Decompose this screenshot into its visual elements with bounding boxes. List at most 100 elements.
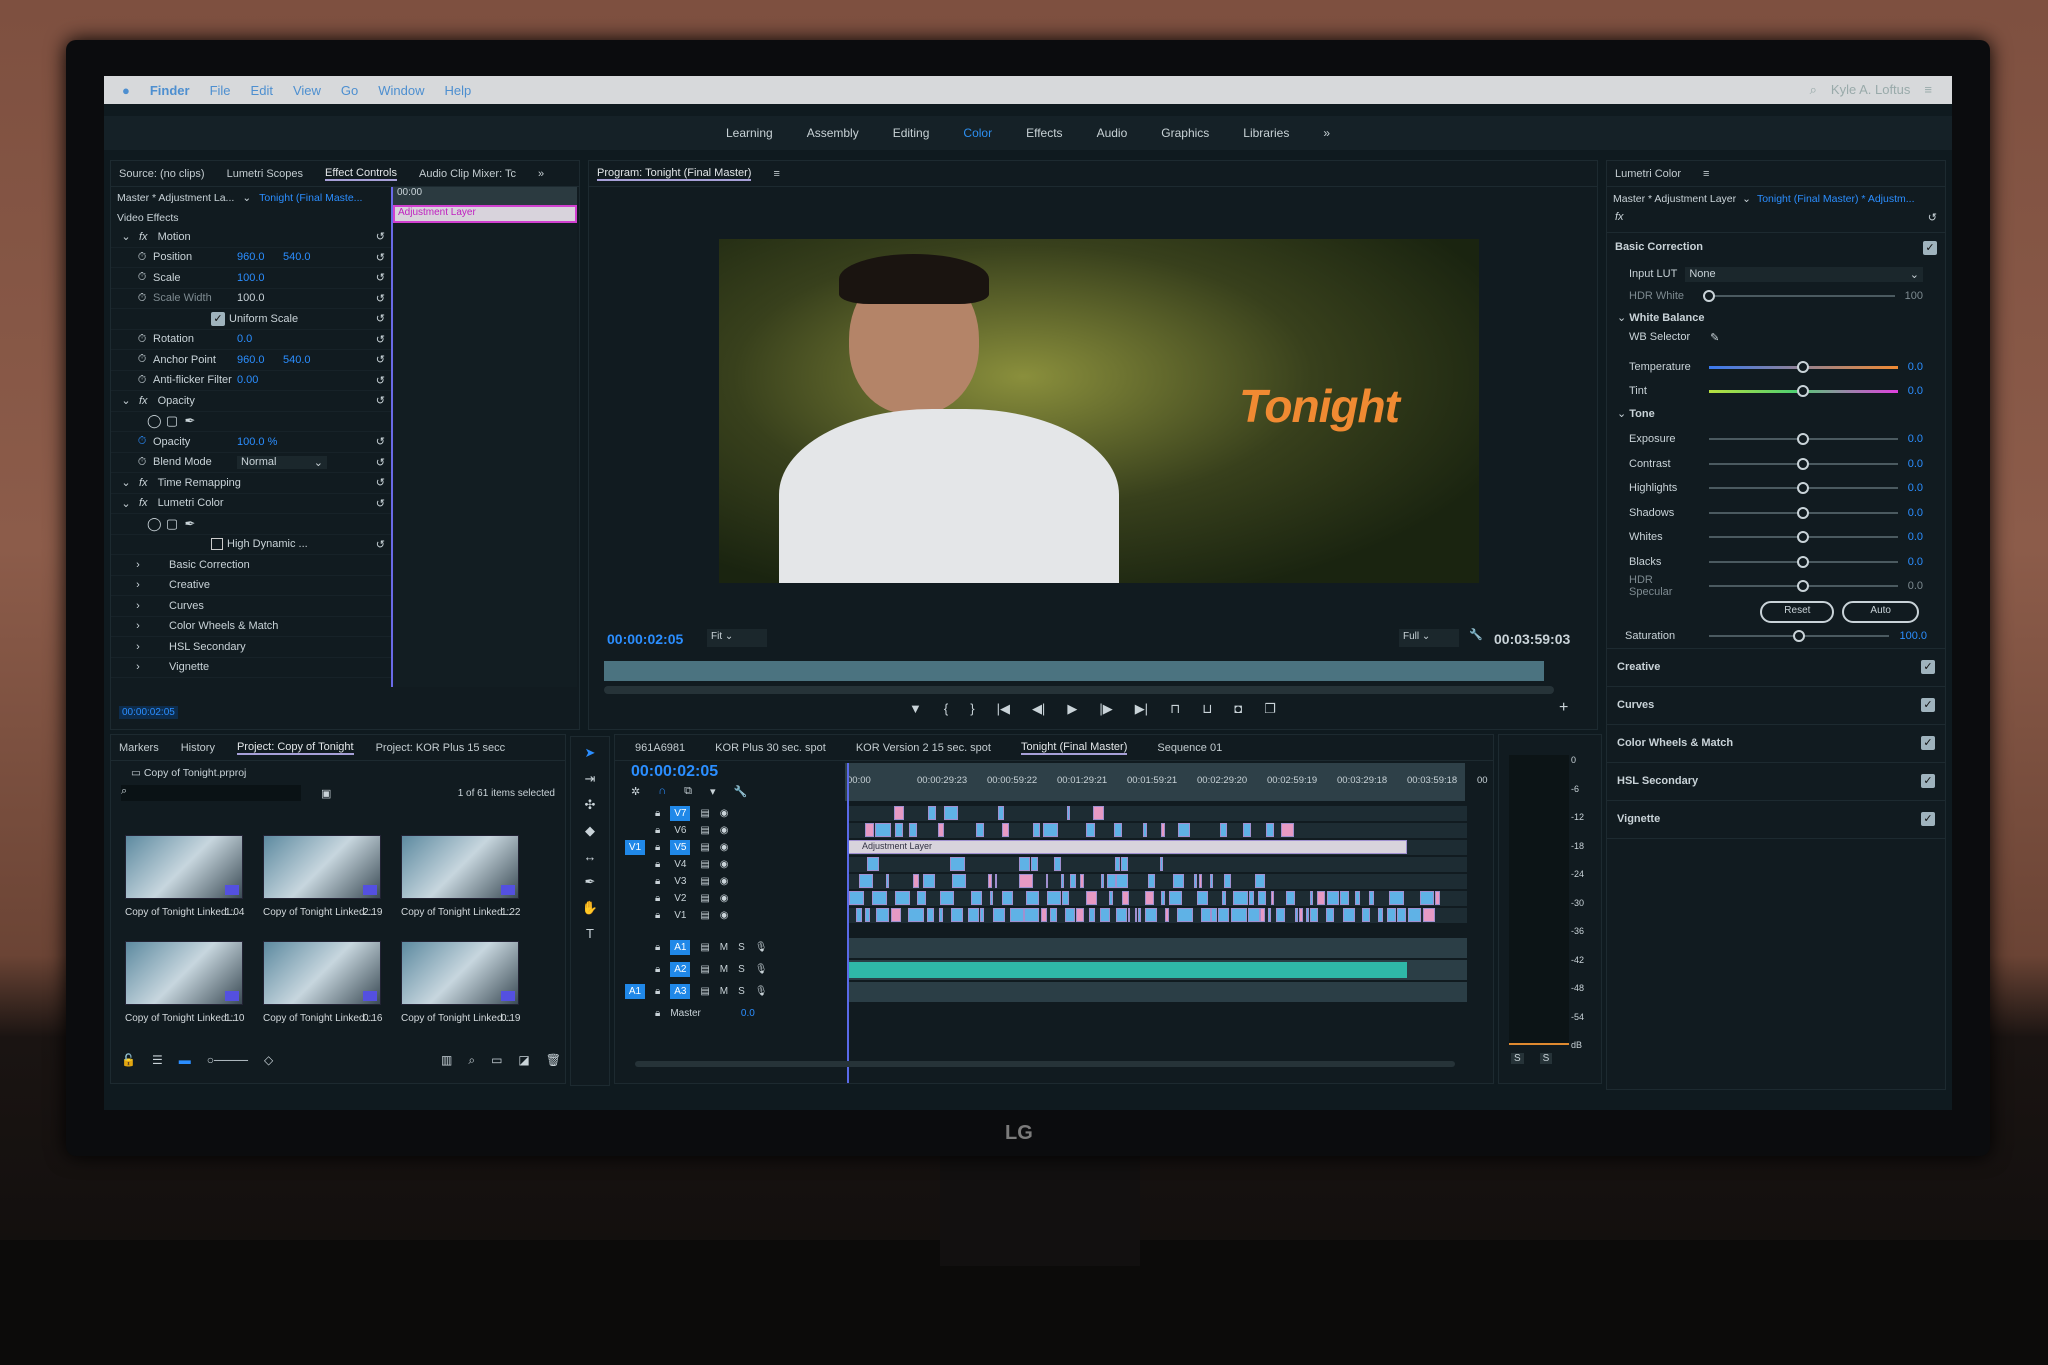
adjustment-layer-clip[interactable]: Adjustment Layer [847,840,1407,854]
eye-icon[interactable]: ◉ [720,893,729,904]
saturation-slider[interactable] [1709,630,1890,642]
video-clip[interactable] [1115,874,1129,888]
effect-row[interactable]: ⏱ Anti-flicker Filter 0.00 ↺ [111,371,391,391]
video-clip[interactable] [885,874,890,888]
workspace-color[interactable]: Color [963,126,992,140]
video-clip[interactable] [1339,891,1350,905]
play-icon[interactable]: ▶ [1067,701,1077,717]
chevron-icon[interactable]: ⌄ [119,394,133,407]
video-clip[interactable] [938,823,945,837]
video-clip[interactable] [856,908,863,922]
meter-solo-button[interactable]: S [1511,1053,1524,1064]
video-clip[interactable] [1317,891,1325,905]
section-label[interactable]: Curves [1617,699,1654,711]
effect-value-2[interactable]: 540.0 [283,251,311,263]
reset-icon[interactable]: ↺ [376,394,385,407]
video-clip[interactable] [912,874,919,888]
track-label[interactable]: V1 [670,908,690,923]
lumetri-section[interactable]: Vignette ✓ [1607,801,1945,839]
video-clip[interactable] [1248,908,1260,922]
clip-thumbnail[interactable] [401,835,519,899]
video-clip[interactable] [1031,857,1038,871]
wrench-icon[interactable]: 🔧 [1469,628,1483,641]
video-clip[interactable] [1420,891,1434,905]
track-lane[interactable] [847,982,1467,1002]
snap-icon[interactable]: ∩ [658,785,666,798]
new-bin-icon[interactable]: ▭ [491,1053,502,1068]
solo-button[interactable]: S [738,942,745,953]
video-clip[interactable] [1177,908,1194,922]
video-clip[interactable] [1326,891,1340,905]
sync-icon[interactable]: ▤ [700,893,709,904]
video-clip[interactable] [992,908,1006,922]
effect-row[interactable]: ⏱ Opacity 100.0 % ↺ [111,432,391,453]
mute-button[interactable]: M [720,964,728,975]
tab[interactable]: Sequence 01 [1157,742,1222,754]
video-clip[interactable] [1108,891,1114,905]
mic-icon[interactable]: 🎙︎ [755,964,768,975]
selection-tool-icon[interactable]: ➤ [585,745,596,761]
workspace-assembly[interactable]: Assembly [807,126,859,140]
sync-icon[interactable]: ▤ [700,808,709,819]
video-clip[interactable] [1067,806,1071,820]
lock-icon[interactable]: 🔒︎ [655,942,660,953]
effect-value[interactable]: 100.0 [237,272,283,284]
video-clip[interactable] [875,823,891,837]
video-clip[interactable] [1161,823,1165,837]
slip-icon[interactable]: ↔ [584,849,597,864]
effect-row[interactable]: ⏱ Position 960.0 540.0 ↺ [111,248,391,268]
audio-clip[interactable] [847,962,1407,978]
tone-slider[interactable] [1709,555,1898,568]
effect-value[interactable]: 100.0 % [237,436,283,448]
video-clip[interactable] [1144,891,1155,905]
mic-icon[interactable]: 🎙︎ [755,942,768,953]
source-patch[interactable] [625,823,645,838]
lock-icon[interactable]: 🔒︎ [655,859,660,870]
track-lane[interactable] [847,806,1467,821]
video-clip[interactable] [976,823,985,837]
track-label[interactable]: V2 [670,891,690,906]
more-tabs-icon[interactable]: » [538,168,544,180]
video-clip[interactable] [1435,891,1440,905]
white-balance-header[interactable]: White Balance [1629,312,1704,324]
video-clip[interactable] [1276,908,1286,922]
sync-icon[interactable]: ▤ [700,910,709,921]
extract-icon[interactable]: ⊔ [1202,701,1212,717]
menu-go[interactable]: Go [341,83,358,98]
video-clip[interactable] [1281,823,1294,837]
tone-slider[interactable] [1709,482,1898,495]
video-clip[interactable] [865,908,870,922]
video-clip[interactable] [894,806,905,820]
lock-icon[interactable]: 🔒︎ [655,910,660,921]
mark-out-icon[interactable]: } [970,701,974,717]
video-clip[interactable] [1033,823,1041,837]
video-clip[interactable] [1199,874,1203,888]
sync-icon[interactable]: ▤ [700,859,709,870]
video-clip[interactable] [1045,874,1049,888]
go-to-out-icon[interactable]: ▶| [1135,701,1148,717]
menu-help[interactable]: Help [445,83,472,98]
add-marker-icon[interactable]: ▾ [710,785,716,798]
add-button-icon[interactable]: + [1559,699,1568,717]
video-clip[interactable] [1114,857,1121,871]
video-clip[interactable] [1145,908,1157,922]
video-clip[interactable] [1086,823,1095,837]
chevron-right-icon[interactable]: › [131,559,145,571]
lumetri-title[interactable]: Lumetri Color [1615,168,1681,180]
program-scrubber[interactable] [604,661,1544,681]
video-clip[interactable] [1193,874,1197,888]
video-clip[interactable] [1002,891,1014,905]
video-clip[interactable] [1173,874,1185,888]
source-patch[interactable] [625,908,645,923]
rect-mask-icon[interactable]: ▢ [165,413,179,429]
tone-slider[interactable] [1709,580,1898,593]
mic-icon[interactable]: 🎙︎ [755,986,768,997]
effect-value[interactable]: 960.0 [237,354,283,366]
track-select-icon[interactable]: ⇥ [585,771,596,787]
clip-name[interactable]: Copy of Tonight Linked... [401,1013,511,1024]
reset-icon[interactable]: ↺ [376,271,385,284]
video-clip[interactable] [1080,874,1085,888]
source-patch[interactable] [625,874,645,889]
source-patch[interactable] [625,962,645,977]
step-back-icon[interactable]: ◀| [1032,701,1045,717]
